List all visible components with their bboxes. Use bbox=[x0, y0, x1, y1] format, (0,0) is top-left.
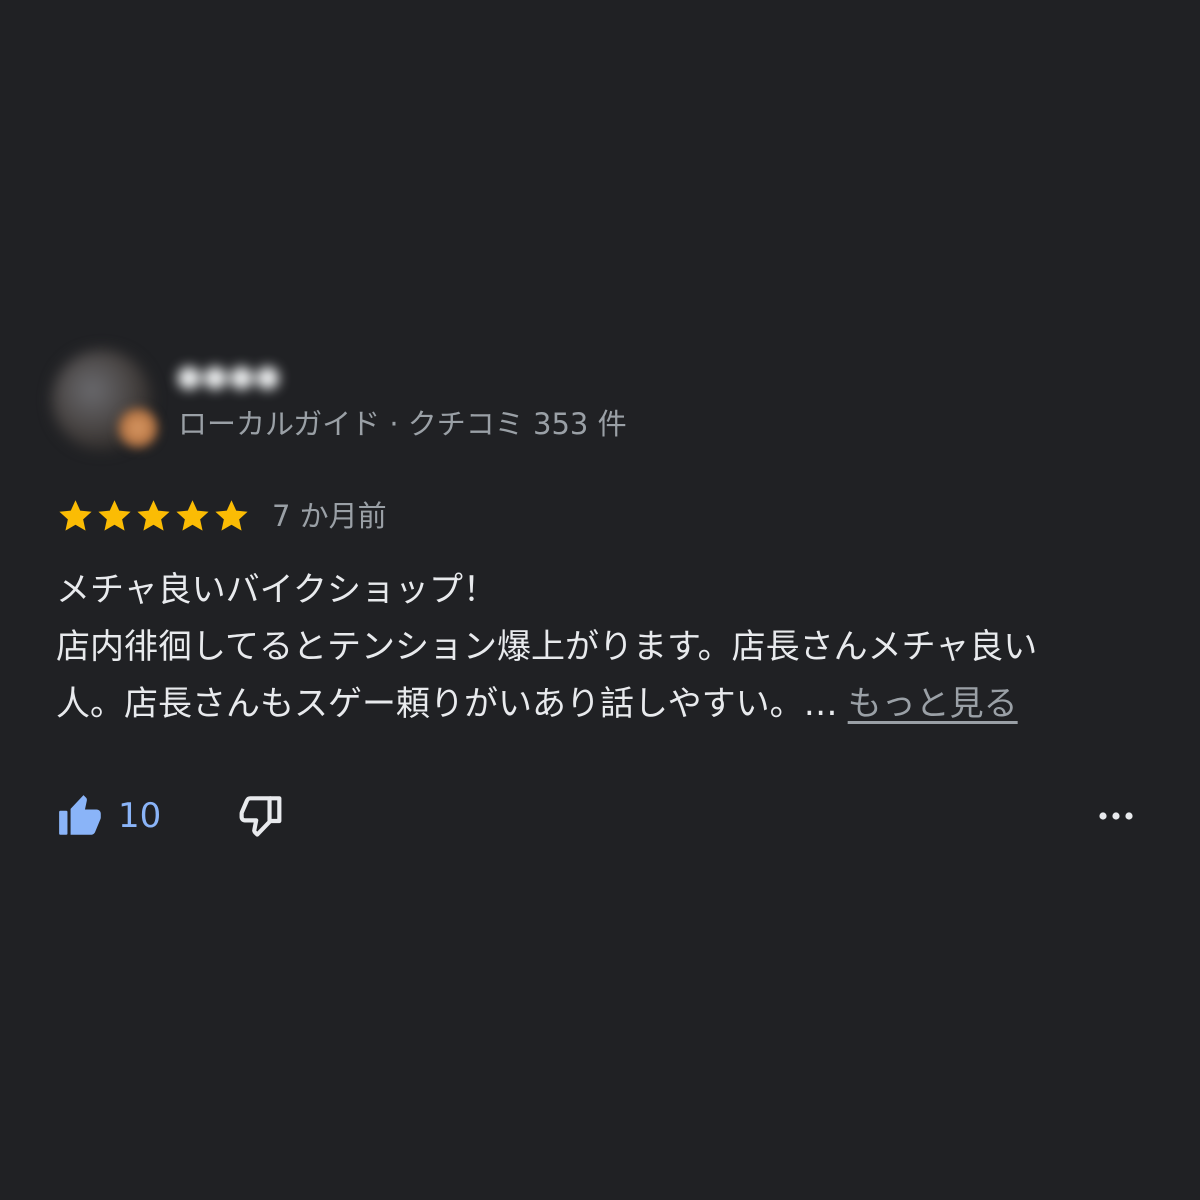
review-actions: 10 bbox=[56, 788, 1136, 844]
review-text: メチャ良いバイクショップ！ 店内徘徊してるとテンション爆上がります。店長さんメチ… bbox=[56, 562, 1146, 733]
review-text-line: 店内徘徊してるとテンション爆上がります。店長さんメチャ良い bbox=[56, 627, 1038, 667]
review-text-line: 人。店長さんもスゲー頼りがいあり話しやすい。… もっと見る bbox=[56, 676, 1146, 733]
like-button[interactable]: 10 bbox=[56, 788, 161, 844]
more-link[interactable]: もっと見る bbox=[848, 684, 1018, 724]
star-icon bbox=[212, 496, 251, 536]
star-icon bbox=[134, 496, 173, 536]
dislike-button[interactable] bbox=[236, 788, 288, 844]
star-icon bbox=[173, 496, 212, 536]
review-text-line-content: 人。店長さんもスゲー頼りがいあり話しやすい。… bbox=[56, 684, 838, 724]
thumbs-up-icon bbox=[56, 791, 106, 841]
more-options-button[interactable] bbox=[1096, 788, 1136, 844]
review-card: ●●●● ローカルガイド · クチコミ 353 件 7 か月前 メチャ良いバイク… bbox=[0, 0, 1200, 1200]
local-guide-badge-icon bbox=[118, 408, 158, 448]
star-icon bbox=[95, 496, 134, 536]
star-rating bbox=[56, 496, 251, 536]
star-icon bbox=[56, 496, 95, 536]
review-time: 7 か月前 bbox=[272, 499, 387, 533]
more-horizontal-icon bbox=[1096, 808, 1136, 824]
thumbs-down-icon bbox=[236, 791, 286, 841]
author-meta: ローカルガイド · クチコミ 353 件 bbox=[178, 407, 627, 441]
review-text-line: メチャ良いバイクショップ！ bbox=[56, 570, 497, 610]
author-name[interactable]: ●●●● bbox=[176, 356, 330, 398]
like-count: 10 bbox=[118, 796, 162, 836]
